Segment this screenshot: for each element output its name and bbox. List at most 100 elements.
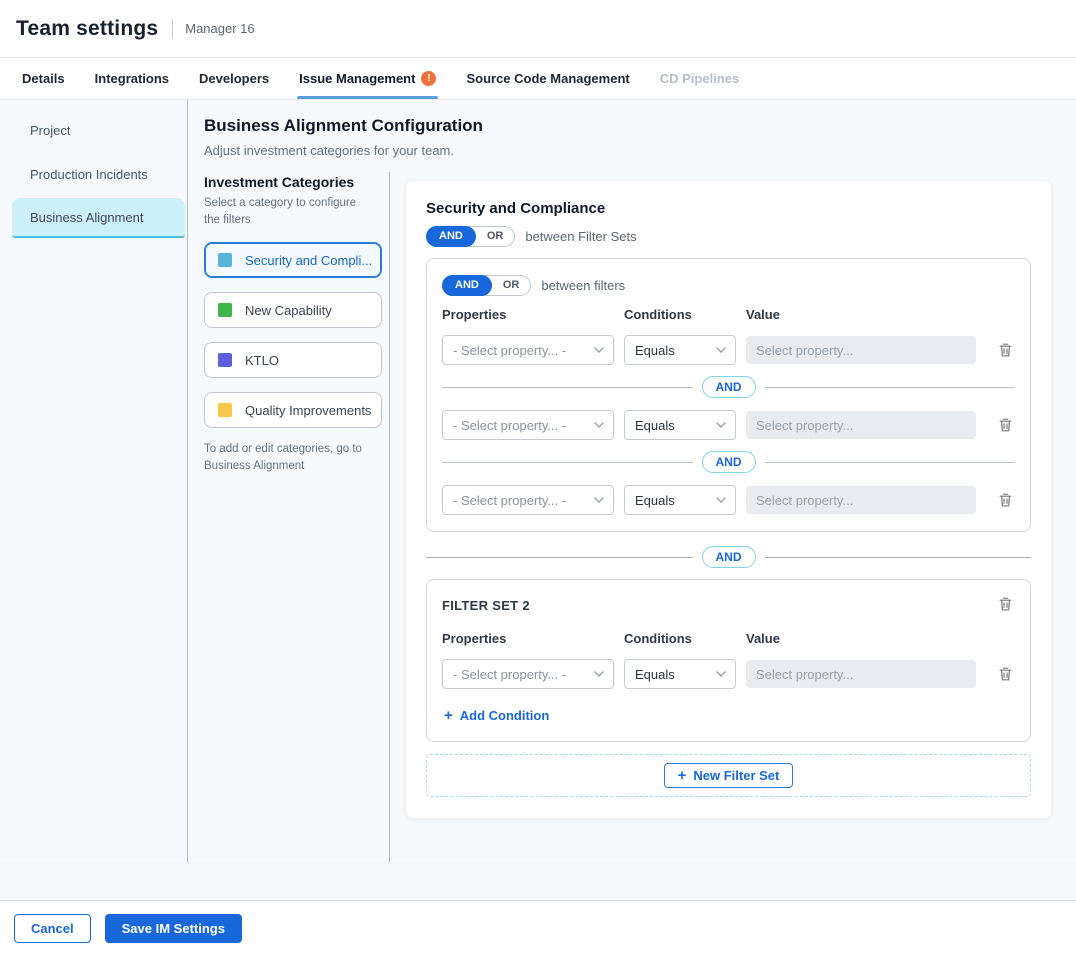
- conditions-select[interactable]: Equals: [624, 410, 736, 440]
- trash-icon: [998, 596, 1013, 612]
- category-new-capability[interactable]: New Capability: [204, 292, 382, 328]
- section-subtitle: Adjust investment categories for your te…: [204, 143, 1052, 158]
- and-pill: AND: [702, 451, 756, 473]
- and-pill: AND: [702, 546, 756, 568]
- properties-select[interactable]: - Select property... -: [442, 659, 614, 689]
- properties-select[interactable]: - Select property... -: [442, 410, 614, 440]
- and-option[interactable]: AND: [442, 275, 492, 296]
- categories-title: Investment Categories: [204, 174, 373, 190]
- and-option[interactable]: AND: [426, 226, 476, 247]
- save-im-settings-button[interactable]: Save IM Settings: [105, 914, 242, 943]
- new-filter-set-button[interactable]: + New Filter Set: [664, 763, 794, 788]
- column-header-value: Value: [746, 631, 976, 646]
- properties-select[interactable]: - Select property... -: [442, 485, 614, 515]
- section-title: Business Alignment Configuration: [204, 116, 1052, 136]
- chevron-down-icon: [716, 497, 726, 503]
- team-name: Manager 16: [185, 21, 254, 36]
- trash-icon: [998, 342, 1013, 358]
- investment-categories-panel: Investment Categories Select a category …: [188, 172, 390, 862]
- trash-icon: [998, 417, 1013, 433]
- new-filter-set-dropzone: + New Filter Set: [426, 754, 1031, 797]
- column-header-value: Value: [746, 307, 976, 322]
- chevron-down-icon: [716, 422, 726, 428]
- delete-filter-set-button[interactable]: [996, 594, 1015, 614]
- add-condition-button[interactable]: + Add Condition: [444, 708, 549, 723]
- category-security-and-compliance[interactable]: Security and Compli...: [204, 242, 382, 278]
- conditions-select[interactable]: Equals: [624, 485, 736, 515]
- sidebar-item-business-alignment[interactable]: Business Alignment: [12, 198, 185, 238]
- delete-filter-button[interactable]: [996, 490, 1015, 510]
- conditions-select[interactable]: Equals: [624, 335, 736, 365]
- sidebar-item-production-incidents[interactable]: Production Incidents: [12, 154, 185, 194]
- tab-bar: Details Integrations Developers Issue Ma…: [0, 58, 1076, 100]
- cancel-button[interactable]: Cancel: [14, 914, 91, 943]
- value-input[interactable]: [746, 336, 976, 364]
- chevron-down-icon: [716, 347, 726, 353]
- filter-row: - Select property... - Equals: [442, 410, 1015, 440]
- value-input[interactable]: [746, 411, 976, 439]
- tab-developers[interactable]: Developers: [199, 58, 269, 99]
- column-header-properties: Properties: [442, 307, 614, 322]
- filter-panel-title: Security and Compliance: [426, 200, 1031, 217]
- chevron-down-icon: [594, 347, 604, 353]
- properties-select[interactable]: - Select property... -: [442, 335, 614, 365]
- column-header-conditions: Conditions: [624, 631, 736, 646]
- and-pill: AND: [702, 376, 756, 398]
- filter-sets-andor-toggle[interactable]: AND OR: [426, 226, 515, 247]
- chevron-down-icon: [594, 671, 604, 677]
- tab-source-code-management[interactable]: Source Code Management: [466, 58, 629, 99]
- filter-set-1: AND OR between filters Properties Condit…: [426, 258, 1031, 532]
- filter-configuration-area: Security and Compliance AND OR between F…: [390, 172, 1076, 862]
- column-header-properties: Properties: [442, 631, 614, 646]
- delete-filter-button[interactable]: [996, 664, 1015, 684]
- category-swatch: [218, 303, 232, 317]
- tab-integrations[interactable]: Integrations: [95, 58, 169, 99]
- tab-details[interactable]: Details: [22, 58, 65, 99]
- trash-icon: [998, 666, 1013, 682]
- warning-icon: !: [421, 71, 436, 86]
- content-footer-gap: [0, 862, 1076, 900]
- filter-row: - Select property... - Equals: [442, 485, 1015, 515]
- plus-icon: +: [678, 768, 687, 783]
- categories-footnote: To add or edit categories, go to Busines…: [204, 441, 369, 474]
- page-head: Business Alignment Configuration Adjust …: [188, 100, 1076, 172]
- trash-icon: [998, 492, 1013, 508]
- category-swatch: [218, 253, 232, 267]
- category-quality-improvements[interactable]: Quality Improvements: [204, 392, 382, 428]
- and-separator-between-sets: AND: [426, 546, 1031, 568]
- tab-issue-management[interactable]: Issue Management !: [299, 58, 436, 99]
- page-title: Team settings: [16, 17, 158, 41]
- filter-card: Security and Compliance AND OR between F…: [405, 180, 1052, 819]
- filters-andor-toggle[interactable]: AND OR: [442, 275, 531, 296]
- tab-cd-pipelines: CD Pipelines: [660, 58, 739, 99]
- action-footer: Cancel Save IM Settings: [0, 900, 1076, 956]
- and-separator: AND: [442, 446, 1015, 478]
- column-header-conditions: Conditions: [624, 307, 736, 322]
- or-option[interactable]: OR: [492, 276, 531, 295]
- content-area: Project Production Incidents Business Al…: [0, 100, 1076, 862]
- and-separator: AND: [442, 371, 1015, 403]
- delete-filter-button[interactable]: [996, 415, 1015, 435]
- app-header: Team settings Manager 16: [0, 0, 1076, 58]
- sidebar-item-project[interactable]: Project: [12, 110, 185, 150]
- chevron-down-icon: [594, 497, 604, 503]
- main-panel: Business Alignment Configuration Adjust …: [188, 100, 1076, 862]
- category-swatch: [218, 353, 232, 367]
- category-swatch: [218, 403, 232, 417]
- settings-sidebar: Project Production Incidents Business Al…: [0, 100, 188, 862]
- or-option[interactable]: OR: [476, 227, 515, 246]
- category-ktlo[interactable]: KTLO: [204, 342, 382, 378]
- chevron-down-icon: [594, 422, 604, 428]
- filter-row: - Select property... - Equals: [442, 335, 1015, 365]
- title-divider: [172, 19, 173, 39]
- delete-filter-button[interactable]: [996, 340, 1015, 360]
- categories-description: Select a category to configure the filte…: [204, 195, 364, 228]
- conditions-select[interactable]: Equals: [624, 659, 736, 689]
- value-input[interactable]: [746, 486, 976, 514]
- value-input[interactable]: [746, 660, 976, 688]
- plus-icon: +: [444, 708, 453, 723]
- chevron-down-icon: [716, 671, 726, 677]
- filter-set-2: FILTER SET 2 Properties Conditions Value: [426, 579, 1031, 742]
- between-filter-sets-label: between Filter Sets: [525, 229, 636, 244]
- filter-row: - Select property... - Equals: [442, 659, 1015, 689]
